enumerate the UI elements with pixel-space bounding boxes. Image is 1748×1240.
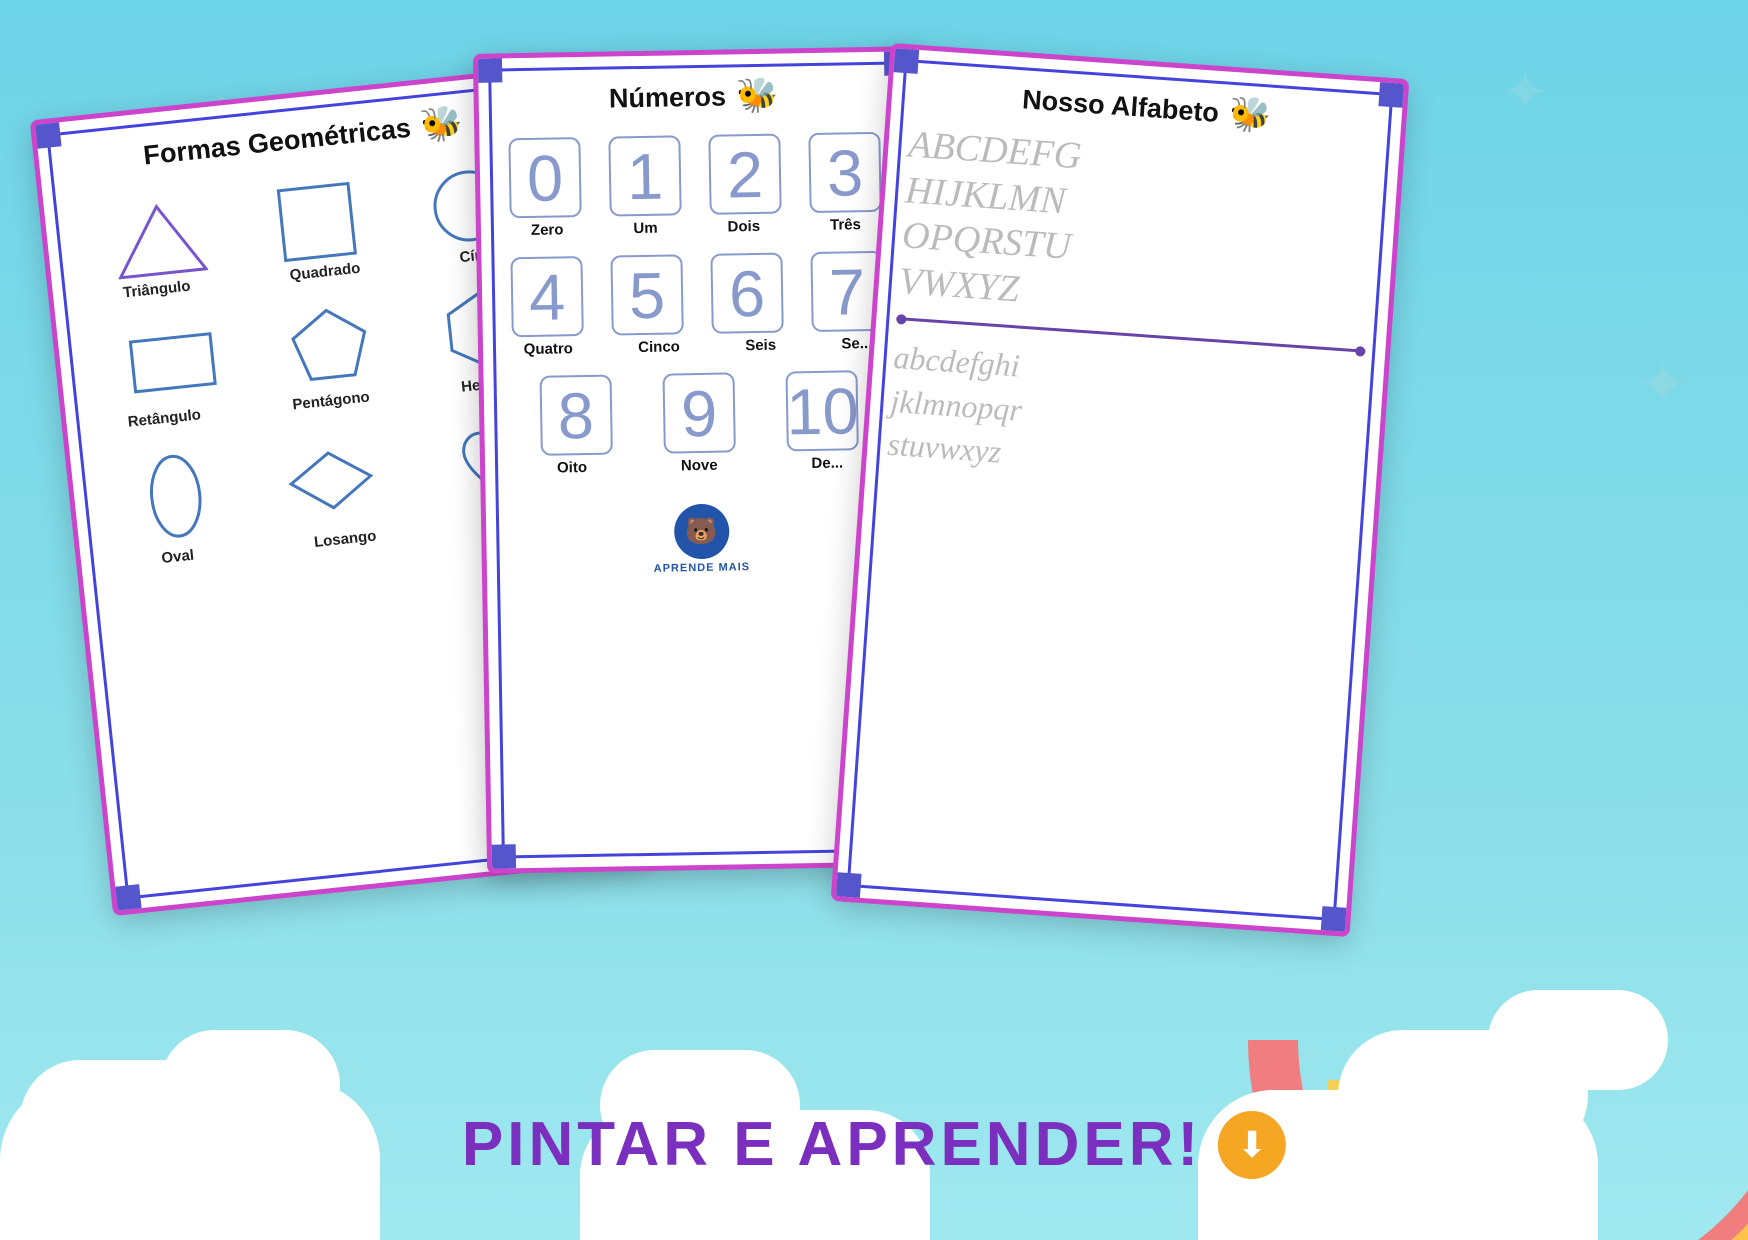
triangle-svg — [110, 194, 208, 283]
label-seis: Seis — [745, 337, 776, 355]
label-nove: Nove — [681, 457, 718, 475]
label-sete: Se... — [841, 335, 872, 353]
download-icon[interactable]: ⬇ — [1218, 1111, 1286, 1179]
num-5: 5 — [610, 254, 683, 335]
label-cinco: Cinco — [638, 338, 680, 356]
shape-rectangle — [124, 325, 221, 404]
square-svg — [273, 178, 361, 266]
corner-tl-num — [474, 54, 502, 82]
label-oito: Oito — [557, 459, 587, 477]
logo-area: 🐻 APRENDE MAIS — [486, 500, 917, 577]
diamond-svg — [283, 443, 379, 517]
pentagon-svg — [286, 301, 374, 389]
corner-tl — [31, 118, 62, 149]
label-tres: Três — [830, 216, 861, 234]
oval-svg — [141, 448, 210, 544]
label-dez: De... — [811, 455, 843, 473]
shape-diamond — [283, 443, 380, 522]
corner-tr-alf — [1378, 78, 1408, 108]
bee-icon-numeros: 🐝 — [736, 76, 779, 117]
logo-text: APRENDE MAIS — [654, 561, 751, 575]
num-4: 4 — [510, 256, 583, 337]
card-alfabeto: Nosso Alfabeto 🐝 ABCDEFG HIJKLMN OPQRSTU… — [831, 43, 1410, 937]
label-oval: Oval — [161, 547, 195, 567]
corner-tl-alf — [890, 44, 920, 74]
divider-dot-left — [896, 314, 907, 325]
lowercase-alphabet: abcdefghi jklmnopqr stuvwxyz — [866, 327, 1385, 508]
num-9: 9 — [662, 372, 735, 453]
num-0: 0 — [508, 137, 581, 218]
card-alfabeto-title: Nosso Alfabeto — [1021, 84, 1220, 129]
corner-br-alf — [1321, 906, 1351, 936]
corner-bl-num — [488, 844, 516, 872]
uppercase-alphabet: ABCDEFG HIJKLMN OPQRSTU VWXYZ — [877, 116, 1399, 343]
numbers-row1: 0 1 2 3 — [479, 121, 911, 218]
label-quatro: Quatro — [524, 340, 573, 358]
shape-oval — [141, 448, 211, 549]
numbers-row3: 8 9 10 — [483, 361, 914, 456]
cards-area: Formas Geométricas 🐝 Triângulo — [50, 30, 1698, 1080]
shape-square — [273, 178, 361, 266]
label-retangulo: Retângulo — [127, 406, 202, 431]
logo-circle: 🐻 — [673, 504, 729, 560]
shape-pentagon — [286, 301, 374, 394]
bottom-text: PINTAR E APRENDER! — [462, 1109, 1202, 1180]
label-um: Um — [633, 220, 657, 237]
bee-icon-alf: 🐝 — [1227, 94, 1272, 137]
num-2: 2 — [708, 134, 781, 215]
num-6: 6 — [710, 253, 783, 334]
card-numeros-title: Números — [609, 81, 727, 114]
bottom-text-area: PINTAR E APRENDER! ⬇ — [462, 1109, 1286, 1180]
num-10: 10 — [786, 370, 859, 451]
label-losango: Losango — [313, 528, 377, 551]
corner-bl — [111, 884, 142, 915]
rectangle-svg — [124, 325, 220, 399]
label-zero: Zero — [531, 221, 564, 239]
label-dois: Dois — [727, 218, 760, 236]
num-3: 3 — [808, 132, 881, 213]
num-8: 8 — [539, 375, 612, 456]
num-1: 1 — [608, 135, 681, 216]
corner-bl-alf — [832, 872, 862, 902]
shape-triangle — [110, 194, 208, 283]
numbers-row2: 4 5 6 7 — [481, 242, 912, 337]
divider-dot-right — [1355, 346, 1366, 357]
bee-icon-formas: 🐝 — [419, 102, 465, 146]
